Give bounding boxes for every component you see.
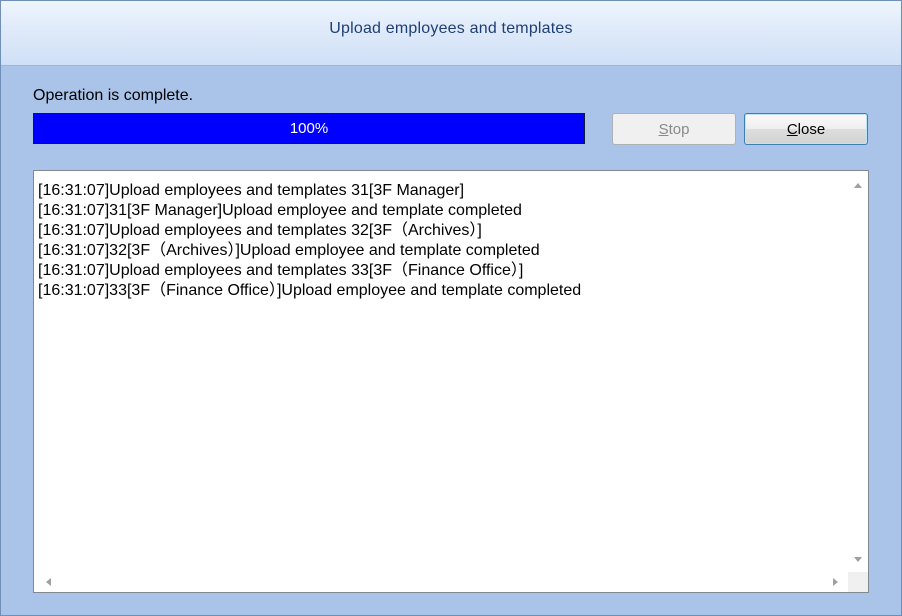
progress-label: 100% [289,120,329,137]
log-line: [16:31:07]Upload employees and templates… [38,262,524,279]
chevron-up-icon[interactable] [854,183,862,188]
close-button[interactable]: Close [744,113,868,145]
log-line: [16:31:07]Upload employees and templates… [38,222,482,239]
log-lines: [16:31:07]Upload employees and templates… [38,181,844,301]
horizontal-scrollbar[interactable] [34,572,848,592]
progress-bar: 100% [33,113,585,144]
log-line: [16:31:07]31[3F Manager]Upload employee … [38,202,522,219]
log-line: [16:31:07]33[3F（Finance Office）]Upload e… [38,282,582,299]
stop-button-label: Stop [658,120,690,138]
log-line: [16:31:07]32[3F（Archives）]Upload employe… [38,242,540,259]
chevron-right-icon[interactable] [833,578,838,586]
chevron-down-icon[interactable] [854,557,862,562]
close-button-label: Close [786,120,826,138]
log-line: [16:31:07]Upload employees and templates… [38,182,465,199]
vertical-scrollbar[interactable] [848,171,868,572]
window-title: Upload employees and templates [329,20,573,37]
upload-dialog: Upload employees and templates Operation… [0,0,902,616]
stop-button[interactable]: Stop [612,113,736,145]
log-output[interactable]: [16:31:07]Upload employees and templates… [33,170,869,593]
chevron-left-icon[interactable] [46,578,51,586]
title-bar[interactable]: Upload employees and templates [1,1,901,66]
status-text: Operation is complete. [33,87,194,104]
scrollbar-corner [848,572,868,592]
